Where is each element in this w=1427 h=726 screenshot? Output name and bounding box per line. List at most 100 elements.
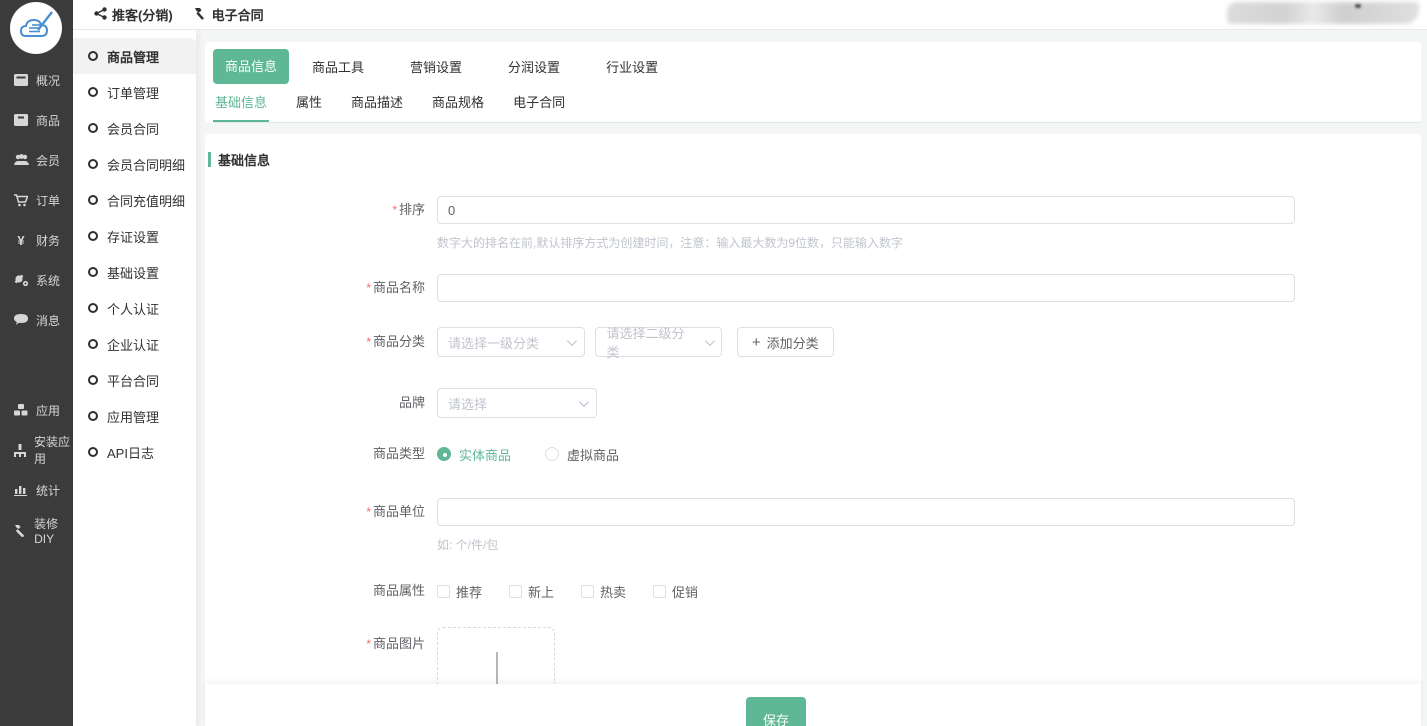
menu-item-label: 存证设置 [107,227,159,246]
plus-icon: + [752,334,761,351]
app-logo[interactable] [0,0,73,60]
form-row-attributes: 商品属性 推荐 新上 热卖 [205,577,1421,605]
circle-icon [88,339,98,349]
sidebar-item-message[interactable]: 消息 [0,300,73,340]
sidebar-item-diy[interactable]: 装修DIY [0,510,73,550]
radio-virtual-product[interactable]: 虚拟商品 [545,445,619,464]
tab-product-info[interactable]: 商品信息 [213,49,289,84]
form-panel: 基础信息 *排序 数字大的排名在前,默认排序方式为创建时间，注意：输入最大数为9… [205,134,1421,726]
menu-item-deposit-setting[interactable]: 存证设置 [73,218,196,254]
category-level1-select[interactable]: 请选择一级分类 [437,327,585,357]
menu-item-personal-auth[interactable]: 个人认证 [73,290,196,326]
subtab-spec[interactable]: 商品规格 [430,92,486,122]
form-row-category: *商品分类 请选择一级分类 请选择二级分类 + 添加分类 [205,327,1421,357]
circle-icon [88,159,98,169]
attribute-checkbox-group: 推荐 新上 热卖 促销 [437,577,1421,605]
save-button[interactable]: 保存 [746,697,806,726]
radio-label: 虚拟商品 [567,445,619,464]
sidebar-item-install-app[interactable]: 安装应用 [0,430,73,470]
tool-icon [194,7,207,23]
product-unit-input[interactable] [437,498,1295,526]
subtab-basic-info[interactable]: 基础信息 [213,92,269,122]
section-accent-bar [208,152,211,167]
topbar: 推客(分销) 电子合同 [73,0,1427,30]
sidebar-item-members[interactable]: 会员 [0,140,73,180]
category-level2-select[interactable]: 请选择二级分类 [595,327,722,357]
subtab-description[interactable]: 商品描述 [349,92,405,122]
sidebar-item-label: 会员 [36,152,60,169]
circle-icon [88,303,98,313]
menu-item-platform-contract[interactable]: 平台合同 [73,362,196,398]
menu-item-order-manage[interactable]: 订单管理 [73,74,196,110]
sidebar-item-overview[interactable]: 概况 [0,60,73,100]
menu-item-product-manage[interactable]: 商品管理 [73,38,196,74]
sidebar-item-label: 消息 [36,312,60,329]
primary-sidebar: 概况 商品 会员 订单 ¥ 财务 系统 消息 [0,0,73,726]
checkbox-hot[interactable]: 热卖 [581,582,626,601]
section-title: 基础信息 [218,150,270,169]
menu-item-member-contract-detail[interactable]: 会员合同明细 [73,146,196,182]
radio-unchecked-icon [545,447,559,461]
add-category-button[interactable]: + 添加分类 [737,327,834,357]
tab-marketing-setting[interactable]: 营销设置 [387,57,485,76]
menu-item-label: 应用管理 [107,407,159,426]
unit-hint: 如: 个/件/包 [437,536,1421,553]
sidebar-item-finance[interactable]: ¥ 财务 [0,220,73,260]
form-row-type: 商品类型 实体商品 虚拟商品 [205,440,1421,468]
menu-item-label: 商品管理 [107,47,159,66]
section-header: 基础信息 [208,150,1421,169]
select-placeholder: 请选择一级分类 [448,333,539,352]
sidebar-item-product[interactable]: 商品 [0,100,73,140]
tabs-panel: 商品信息 商品工具 营销设置 分润设置 行业设置 基础信息 属性 商品描述 商品… [205,42,1421,123]
field-label: *商品单位 [205,498,437,553]
topbar-item-label: 电子合同 [212,5,264,24]
footer-action-bar: 保存 [205,684,1421,726]
radio-physical-product[interactable]: 实体商品 [437,445,511,464]
overview-icon [13,74,29,86]
menu-item-enterprise-auth[interactable]: 企业认证 [73,326,196,362]
sidebar-item-system[interactable]: 系统 [0,260,73,300]
required-asterisk: * [366,637,371,651]
subtab-econtract[interactable]: 电子合同 [511,92,567,122]
main-content: 商品信息 商品工具 营销设置 分润设置 行业设置 基础信息 属性 商品描述 商品… [196,30,1427,726]
menu-item-member-contract[interactable]: 会员合同 [73,110,196,146]
product-icon [13,114,29,126]
sidebar-item-label: 商品 [36,112,60,129]
sidebar-item-stats[interactable]: 统计 [0,470,73,510]
chevron-down-icon [704,336,714,346]
install-icon [13,444,27,457]
menu-item-basic-setting[interactable]: 基础设置 [73,254,196,290]
user-info-redacted[interactable] [1227,2,1419,24]
field-label: *排序 [205,196,437,251]
tab-industry-setting[interactable]: 行业设置 [583,57,681,76]
checkbox-new[interactable]: 新上 [509,582,554,601]
checkbox-recommend[interactable]: 推荐 [437,582,482,601]
topbar-item-tuike[interactable]: 推客(分销) [94,5,173,24]
menu-item-label: 合同充值明细 [107,191,185,210]
message-icon [13,314,29,326]
brand-select[interactable]: 请选择 [437,388,597,418]
tab-product-tools[interactable]: 商品工具 [289,57,387,76]
circle-icon [88,123,98,133]
sidebar-item-apps[interactable]: 应用 [0,390,73,430]
menu-item-api-log[interactable]: API日志 [73,434,196,470]
field-label: 商品类型 [205,440,437,468]
checkbox-promo[interactable]: 促销 [653,582,698,601]
menu-item-label: 会员合同明细 [107,155,185,174]
product-name-input[interactable] [437,274,1295,302]
field-label: *商品分类 [205,327,437,357]
topbar-item-contract[interactable]: 电子合同 [194,5,264,24]
menu-item-label: 会员合同 [107,119,159,138]
main-tabs: 商品信息 商品工具 营销设置 分润设置 行业设置 [209,49,1421,84]
checkbox-unchecked-icon [653,585,666,598]
sort-input[interactable] [437,196,1295,224]
tab-profit-setting[interactable]: 分润设置 [485,57,583,76]
menu-item-contract-recharge-detail[interactable]: 合同充值明细 [73,182,196,218]
radio-checked-icon [437,447,451,461]
circle-icon [88,447,98,457]
menu-item-app-manage[interactable]: 应用管理 [73,398,196,434]
finance-icon: ¥ [13,233,29,248]
sidebar-item-orders[interactable]: 订单 [0,180,73,220]
diy-icon [13,524,27,537]
subtab-attributes[interactable]: 属性 [294,92,324,122]
